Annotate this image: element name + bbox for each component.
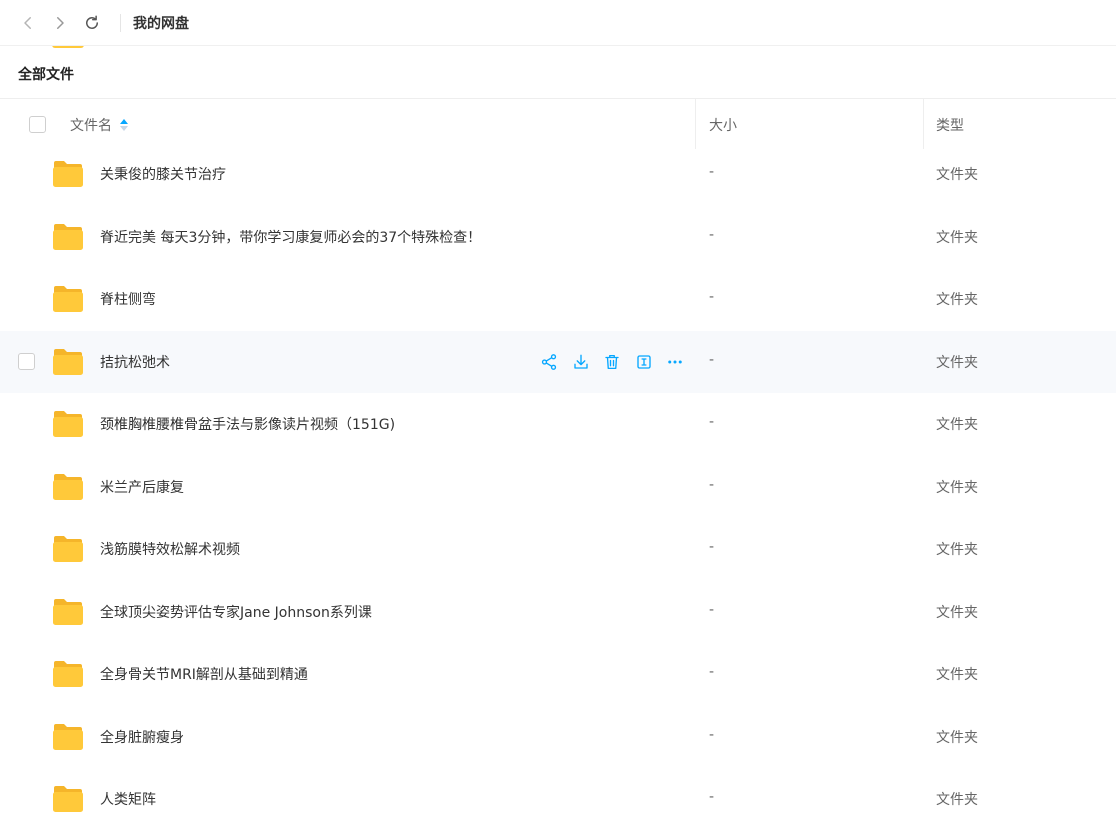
table-row[interactable]: 颈椎胸椎腰椎骨盆手法与影像读片视频（151G) - 文件夹: [0, 393, 1116, 456]
file-size: -: [709, 726, 715, 743]
folder-icon: [53, 348, 83, 375]
file-size: -: [709, 226, 715, 243]
folder-icon: [53, 286, 83, 312]
folder-icon: [53, 536, 83, 562]
file-type: 文件夹: [936, 167, 978, 183]
table-row[interactable]: 米兰产后康复 - 文件夹: [0, 456, 1116, 519]
page-title: 我的网盘: [133, 15, 189, 32]
file-size: -: [709, 789, 715, 805]
table-header: 文件名 大小 类型: [0, 99, 1116, 149]
column-header-name-label: 文件名: [70, 118, 112, 134]
table-row-hovered[interactable]: 拮抗松弛术 - 文件夹: [0, 330, 1116, 393]
file-type: 文件夹: [936, 354, 978, 371]
file-size: -: [709, 664, 715, 680]
share-button[interactable]: [538, 351, 560, 373]
table-row[interactable]: 浅筋膜特效松解术视频 - 文件夹: [0, 518, 1116, 581]
file-name[interactable]: 全身脏腑瘦身: [100, 727, 184, 747]
section-title: 全部文件: [18, 67, 74, 83]
table-row[interactable]: 全球顶尖姿势评估专家Jane Johnson系列课 - 文件夹: [0, 581, 1116, 644]
column-divider[interactable]: [695, 99, 696, 149]
file-type: 文件夹: [936, 604, 978, 621]
refresh-button[interactable]: [78, 9, 106, 37]
rename-icon: [636, 354, 651, 369]
file-name[interactable]: 米兰产后康复: [100, 477, 184, 497]
file-name[interactable]: 全身骨关节MRI解剖从基础到精通: [100, 664, 308, 684]
rename-button[interactable]: [633, 351, 655, 373]
file-name[interactable]: 拮抗松弛术: [100, 352, 170, 372]
folder-icon: [53, 723, 83, 750]
more-button[interactable]: [664, 351, 686, 373]
top-nav-bar: 我的网盘: [0, 0, 1116, 46]
forward-button[interactable]: [46, 9, 74, 37]
folder-icon: [53, 473, 83, 500]
download-icon: [573, 354, 588, 369]
file-name[interactable]: 脊近完美 每天3分钟，带你学习康复师必会的37个特殊检查！: [100, 227, 481, 247]
file-size: -: [709, 289, 715, 305]
row-actions: [538, 351, 696, 373]
file-name[interactable]: 关秉俊的膝关节治疗: [100, 164, 226, 184]
file-name[interactable]: 颈椎胸椎腰椎骨盆手法与影像读片视频（151G): [100, 414, 395, 434]
download-button[interactable]: [570, 351, 592, 373]
file-size: -: [709, 164, 715, 180]
file-size: -: [709, 414, 715, 430]
file-type: 文件夹: [936, 542, 978, 558]
folder-icon: [53, 598, 83, 625]
row-checkbox[interactable]: [18, 352, 35, 370]
sort-icon[interactable]: [120, 119, 128, 131]
column-header-name[interactable]: 文件名: [70, 115, 128, 135]
column-header-type[interactable]: 类型: [936, 115, 964, 135]
refresh-icon: [86, 15, 98, 29]
table-row[interactable]: 关秉俊的膝关节治疗 - 文件夹: [0, 143, 1116, 206]
table-row[interactable]: 全身骨关节MRI解剖从基础到精通 - 文件夹: [0, 643, 1116, 706]
file-name[interactable]: 脊柱侧弯: [100, 289, 156, 309]
file-type: 文件夹: [936, 292, 978, 308]
breadcrumb: 全部文件: [0, 50, 1116, 99]
table-row[interactable]: 全身脏腑瘦身 - 文件夹: [0, 706, 1116, 769]
chevron-right-icon: [57, 16, 64, 29]
folder-icon: [53, 786, 83, 812]
folder-icon: [53, 661, 83, 687]
trash-icon: [605, 354, 619, 369]
file-size: -: [709, 476, 715, 493]
table-row[interactable]: 脊柱侧弯 - 文件夹: [0, 268, 1116, 331]
file-size: -: [709, 351, 715, 368]
file-type: 文件夹: [936, 229, 978, 246]
folder-icon: [53, 161, 83, 187]
nav-divider: [120, 13, 121, 32]
file-type: 文件夹: [936, 667, 978, 683]
file-type: 文件夹: [936, 792, 978, 808]
file-name[interactable]: 全球顶尖姿势评估专家Jane Johnson系列课: [100, 602, 372, 622]
file-size: -: [709, 539, 715, 555]
table-row[interactable]: 人类矩阵 - 文件夹: [0, 768, 1116, 817]
file-type: 文件夹: [936, 729, 978, 746]
delete-button[interactable]: [601, 351, 623, 373]
file-type: 文件夹: [936, 417, 978, 433]
share-icon: [541, 353, 557, 370]
column-divider[interactable]: [923, 99, 924, 149]
select-all-checkbox[interactable]: [29, 116, 46, 133]
more-icon: [668, 360, 682, 363]
file-name[interactable]: 人类矩阵: [100, 789, 156, 809]
file-type: 文件夹: [936, 479, 978, 496]
chevron-left-icon: [24, 16, 31, 29]
folder-icon: [53, 223, 83, 250]
file-size: -: [709, 601, 715, 618]
column-header-size[interactable]: 大小: [709, 115, 737, 135]
back-button[interactable]: [14, 9, 42, 37]
file-list: 关秉俊的膝关节治疗 - 文件夹 脊近完美 每天3分钟，带你学习康复师必会的37个…: [0, 143, 1116, 817]
table-row[interactable]: 脊近完美 每天3分钟，带你学习康复师必会的37个特殊检查！ - 文件夹: [0, 206, 1116, 269]
file-name[interactable]: 浅筋膜特效松解术视频: [100, 539, 240, 559]
folder-icon: [53, 411, 83, 437]
